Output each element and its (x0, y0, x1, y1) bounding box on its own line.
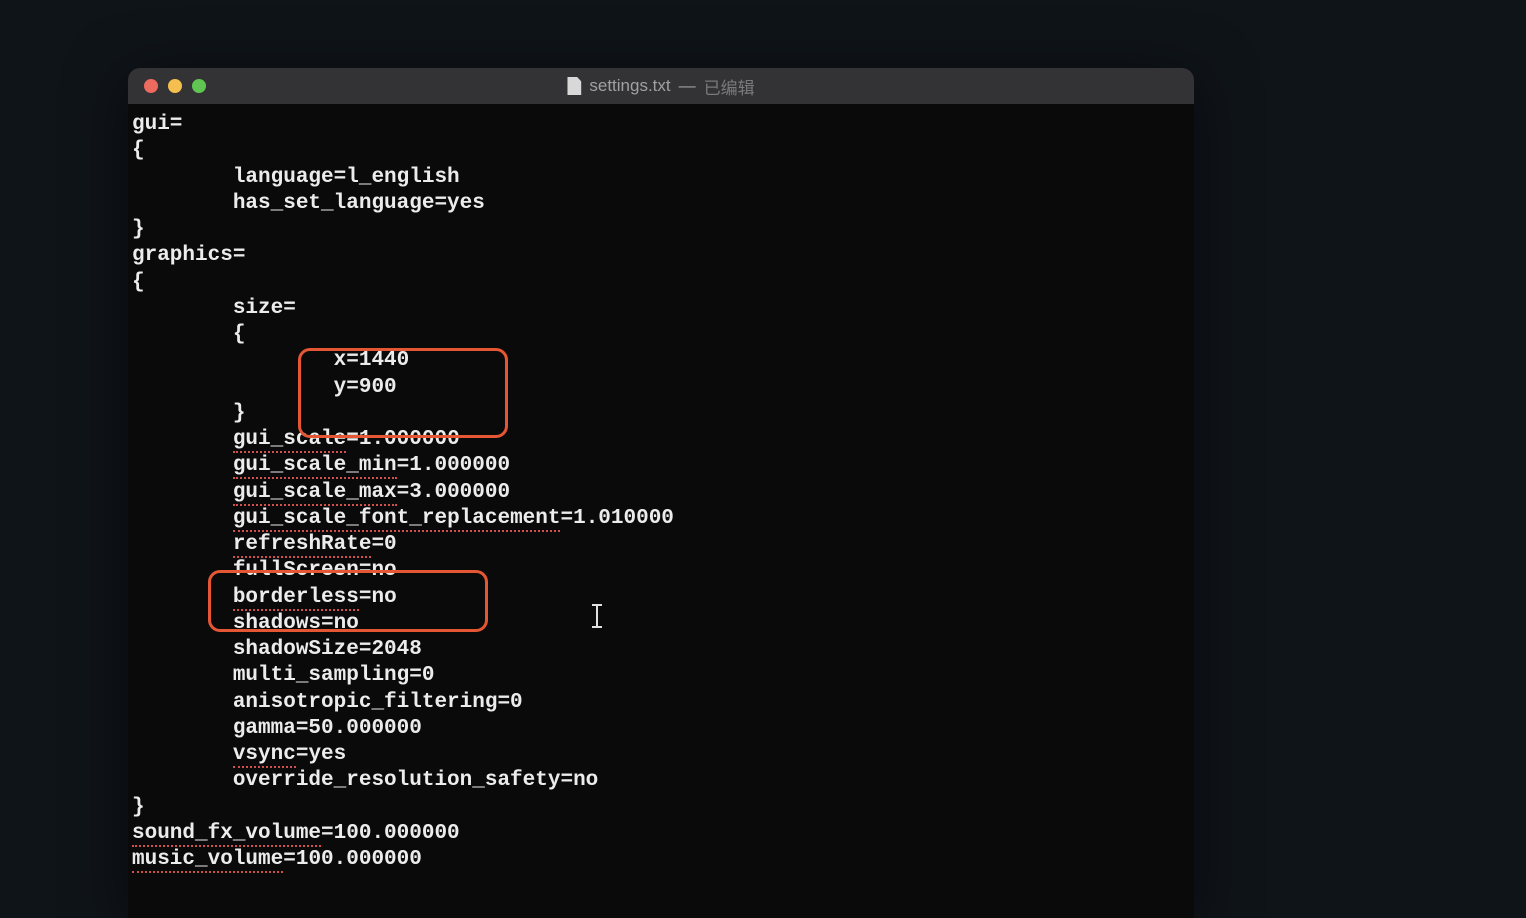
code-line: size= (128, 296, 1194, 322)
text-editor-content[interactable]: gui= { language=l_english has_set_langua… (128, 104, 1194, 881)
code-line: has_set_language=yes (128, 191, 1194, 217)
close-icon[interactable] (144, 79, 158, 93)
code-line: override_resolution_safety=no (128, 768, 1194, 794)
title-separator: — (679, 76, 696, 96)
code-line: x=1440 (128, 348, 1194, 374)
code-line: { (128, 322, 1194, 348)
code-line: shadows=no (128, 611, 1194, 637)
code-line: y=900 (128, 375, 1194, 401)
code-line: } (128, 795, 1194, 821)
filename-label: settings.txt (589, 76, 670, 96)
code-line: { (128, 138, 1194, 164)
window-title: settings.txt — 已编辑 (567, 74, 754, 99)
code-line: sound_fx_volume=100.000000 (128, 821, 1194, 847)
code-line: multi_sampling=0 (128, 663, 1194, 689)
traffic-lights (128, 79, 206, 93)
code-line: gui_scale_max=3.000000 (128, 480, 1194, 506)
code-line: gui= (128, 112, 1194, 138)
window-titlebar[interactable]: settings.txt — 已编辑 (128, 68, 1194, 104)
code-line: borderless=no (128, 585, 1194, 611)
code-line: refreshRate=0 (128, 532, 1194, 558)
code-line: gui_scale_min=1.000000 (128, 453, 1194, 479)
code-line: anisotropic_filtering=0 (128, 690, 1194, 716)
code-line: gamma=50.000000 (128, 716, 1194, 742)
code-line: fullScreen=no (128, 558, 1194, 584)
code-line: } (128, 401, 1194, 427)
text-editor-window: settings.txt — 已编辑 gui= { language=l_eng… (128, 68, 1194, 918)
code-line: gui_scale_font_replacement=1.010000 (128, 506, 1194, 532)
minimize-icon[interactable] (168, 79, 182, 93)
edited-label: 已编辑 (704, 74, 755, 99)
code-line: language=l_english (128, 165, 1194, 191)
code-line: music_volume=100.000000 (128, 847, 1194, 873)
zoom-icon[interactable] (192, 79, 206, 93)
code-line: vsync=yes (128, 742, 1194, 768)
code-line: gui_scale=1.000000 (128, 427, 1194, 453)
code-line: shadowSize=2048 (128, 637, 1194, 663)
document-icon (567, 77, 581, 95)
code-line: } (128, 217, 1194, 243)
code-line: { (128, 270, 1194, 296)
code-line: graphics= (128, 243, 1194, 269)
